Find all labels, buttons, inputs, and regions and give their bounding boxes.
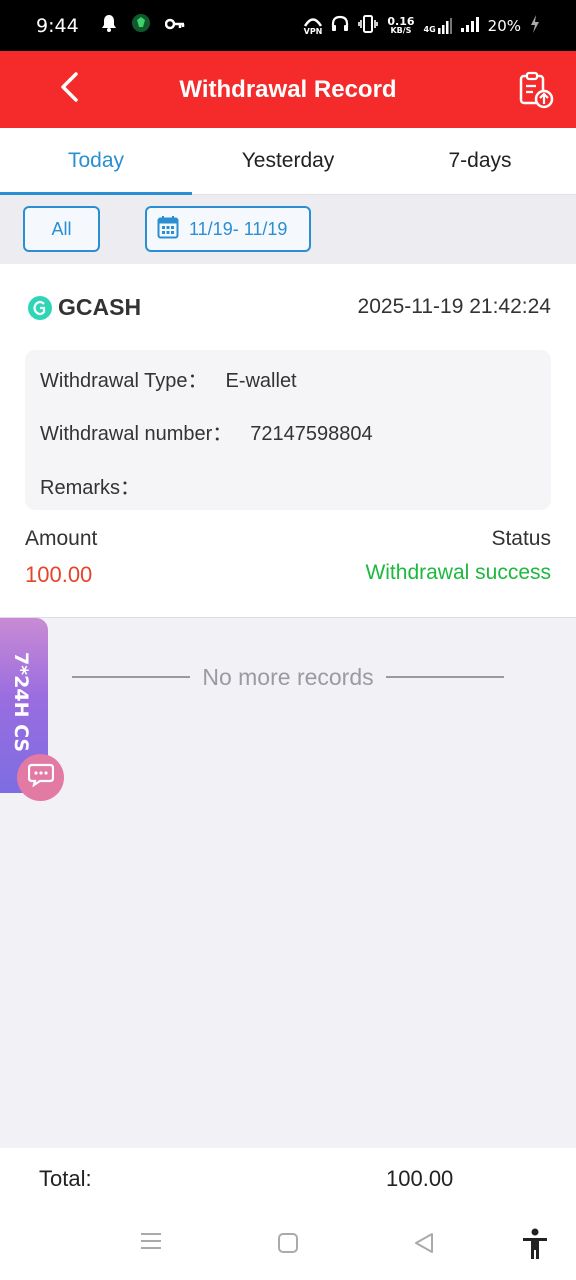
withdrawal-number-label: Withdrawal number： <box>40 423 233 445</box>
divider-left <box>72 676 191 678</box>
status-label: Status <box>491 527 551 550</box>
divider-right <box>385 676 504 678</box>
headset-icon <box>331 15 349 37</box>
list-end-indicator: No more records <box>0 660 576 694</box>
clipboard-upload-icon <box>518 71 554 113</box>
back-button[interactable] <box>52 71 86 107</box>
filter-bar: All 11/19- 11/19 <box>0 195 576 264</box>
bell-icon <box>101 14 117 37</box>
remarks-label: Remarks： <box>40 477 141 499</box>
amount-value: 100.00 <box>25 562 93 587</box>
brand-name: GCASH <box>58 294 142 320</box>
payment-brand: GCASH <box>28 294 141 321</box>
nav-menu-button[interactable] <box>140 1232 162 1255</box>
filter-all-button[interactable]: All <box>23 206 100 252</box>
nav-back-button[interactable] <box>413 1232 435 1259</box>
app-shield-icon <box>131 13 151 38</box>
withdrawal-type-row: Withdrawal Type： E-wallet <box>40 364 297 393</box>
date-range-button[interactable]: 11/19- 11/19 <box>145 206 311 252</box>
date-tabs: Today Yesterday 7-days <box>0 128 576 195</box>
nav-home-button[interactable] <box>277 1232 299 1259</box>
accessibility-icon <box>521 1228 549 1264</box>
total-label: Total: <box>39 1166 92 1191</box>
chevron-left-icon <box>59 71 79 107</box>
total-value: 100.00 <box>386 1166 454 1191</box>
home-square-icon <box>277 1233 299 1258</box>
status-time: 9:44 <box>36 14 79 37</box>
withdrawal-number-value: 72147598804 <box>250 423 373 445</box>
chat-button[interactable] <box>17 754 64 801</box>
record-datetime: 2025-11-19 21:42:24 <box>357 295 551 318</box>
status-bar: 9:44 VPN 0.16 KB/S 4G 20% <box>0 0 576 51</box>
app-header: Withdrawal Record <box>0 51 576 128</box>
record-details: Withdrawal Type： E-wallet Withdrawal numb… <box>25 350 551 510</box>
tab-yesterday[interactable]: Yesterday <box>192 128 384 194</box>
tab-today[interactable]: Today <box>0 128 192 195</box>
withdrawal-number-row: Withdrawal number： 72147598804 <box>40 417 373 446</box>
date-range-label: 11/19- 11/19 <box>189 218 288 239</box>
withdrawal-type-value: E-wallet <box>225 370 297 392</box>
status-badge: Withdrawal success <box>365 561 551 584</box>
nav-accessibility-button[interactable] <box>521 1228 549 1265</box>
page-title: Withdrawal Record <box>179 75 397 103</box>
signal-4g-icon: 4G <box>424 17 452 34</box>
calendar-icon <box>157 215 179 244</box>
network-speed: 0.16 KB/S <box>387 14 415 35</box>
withdrawal-record-card[interactable]: GCASH 2025-11-19 21:42:24 Withdrawal Typ… <box>0 264 576 618</box>
chat-bubble-icon <box>27 763 54 792</box>
vpn-icon: VPN <box>304 16 322 36</box>
key-icon <box>164 17 185 35</box>
back-triangle-icon <box>413 1233 435 1258</box>
total-bar: Total: 100.00 <box>0 1148 576 1208</box>
charging-icon <box>530 14 540 37</box>
gcash-logo-icon <box>28 295 52 320</box>
remarks-row: Remarks： <box>40 471 140 500</box>
system-nav-bar <box>0 1208 576 1280</box>
customer-service-label: 7*24H CS <box>10 652 32 753</box>
battery-level: 20% <box>487 16 521 35</box>
signal-icon <box>460 16 479 36</box>
amount-label: Amount <box>25 527 98 550</box>
vibrate-icon <box>358 14 379 37</box>
menu-icon <box>140 1233 162 1254</box>
withdrawal-type-label: Withdrawal Type： <box>40 370 208 392</box>
upload-record-button[interactable] <box>518 71 554 109</box>
tab-7-days[interactable]: 7-days <box>384 128 576 194</box>
no-more-records-text: No more records <box>202 663 374 690</box>
